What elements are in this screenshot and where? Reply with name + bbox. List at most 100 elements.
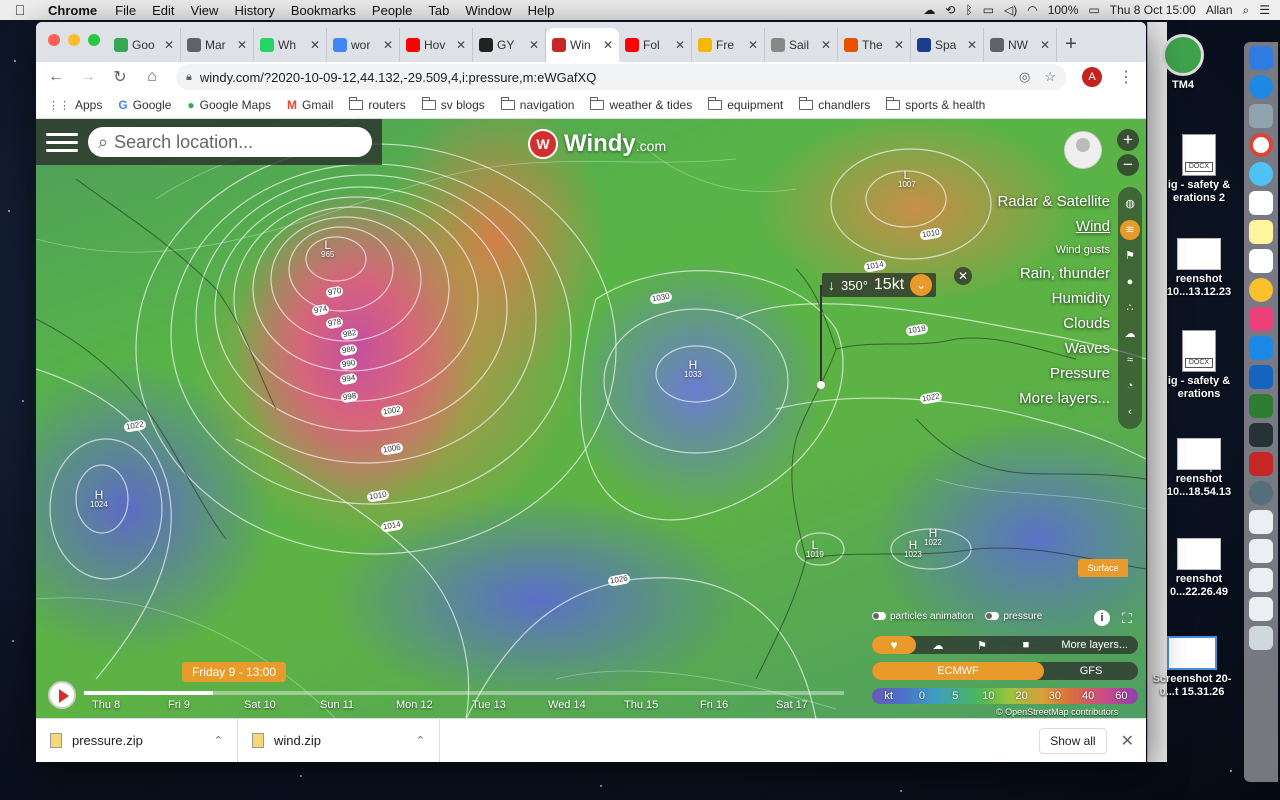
finder-icon[interactable]	[1249, 46, 1273, 70]
messages-icon[interactable]	[1249, 162, 1273, 186]
layer-menu-item[interactable]: More layers...	[997, 386, 1110, 411]
picker-tooltip[interactable]: ↓ 350° 15kt ⌄	[822, 273, 937, 297]
desktop-item-tm4[interactable]: TM4	[1148, 34, 1218, 92]
model-ecmwf-button[interactable]: ECMWF	[872, 662, 1044, 680]
chevron-up-icon[interactable]: ⌃	[214, 734, 223, 747]
bookmark-item[interactable]: sports & health	[886, 97, 985, 112]
desktop-item-doc-2[interactable]: DOCX ig - safety & erations	[1154, 330, 1244, 401]
pressure-toggle[interactable]: pressure	[985, 611, 1042, 622]
minimize-window-button[interactable]	[68, 34, 80, 46]
menu-window[interactable]: Window	[457, 3, 519, 18]
layer-menu-item[interactable]: Clouds	[997, 311, 1110, 336]
windy-map[interactable]: L 965 H 1033 H 1024 L 1019 H 1023 H 1022…	[36, 119, 1146, 718]
flag-icon[interactable]: ⚑	[960, 639, 1004, 652]
tab-close-icon[interactable]: ✕	[821, 38, 831, 52]
cloud-icon[interactable]: ☁	[1120, 324, 1140, 344]
timeline-day[interactable]: Thu 15	[616, 699, 692, 711]
zoom-in-button[interactable]: +	[1117, 129, 1139, 151]
browser-tab[interactable]: Win ✕	[546, 28, 619, 62]
music-icon[interactable]	[1249, 307, 1273, 331]
timeline-day[interactable]: Tue 13	[464, 699, 540, 711]
downloads-stack-icon[interactable]	[1249, 510, 1273, 534]
menu-bookmarks[interactable]: Bookmarks	[283, 3, 364, 18]
close-icon[interactable]: ✕	[1121, 731, 1134, 751]
menu-tab[interactable]: Tab	[420, 3, 457, 18]
preview-icon[interactable]	[1249, 104, 1273, 128]
trash-icon[interactable]	[1249, 626, 1273, 650]
battery-percent[interactable]: 100%	[1048, 3, 1079, 17]
download-item[interactable]: pressure.zip ⌃	[36, 718, 238, 762]
timeline-track[interactable]	[84, 691, 844, 695]
safari-icon[interactable]	[1249, 75, 1273, 99]
bookmark-item[interactable]: M Gmail	[287, 98, 333, 112]
wind-speed-legend[interactable]: kt 0 5 10 20 30 40 60	[872, 688, 1138, 704]
timeline-day[interactable]: Fri 16	[692, 699, 768, 711]
timeline-day[interactable]: Thu 8	[84, 699, 160, 711]
desktop-item-doc-1[interactable]: DOCX ig - safety & erations 2	[1154, 134, 1244, 205]
timeline-day[interactable]: Sat 17	[768, 699, 844, 711]
notes-icon[interactable]	[1249, 220, 1273, 244]
bookmark-item[interactable]: sv blogs	[421, 97, 485, 112]
tab-close-icon[interactable]: ✕	[383, 38, 393, 52]
profile-avatar[interactable]: A	[1082, 67, 1102, 87]
bookmark-item[interactable]: navigation	[500, 97, 574, 112]
clock[interactable]: Thu 8 Oct 15:00	[1110, 3, 1196, 17]
bookmark-item[interactable]: G Google	[118, 98, 171, 112]
layer-menu-item[interactable]: Pressure	[997, 361, 1110, 386]
vpn-icon[interactable]	[1249, 481, 1273, 505]
camera-icon[interactable]: ■	[1004, 639, 1048, 651]
close-window-button[interactable]	[48, 34, 60, 46]
gust-flag-icon[interactable]: ⚑	[1120, 246, 1140, 266]
layer-menu-item[interactable]: Wind gusts	[997, 239, 1110, 261]
desktop-item-screenshot-1[interactable]: reenshot 10...13.12.23	[1154, 238, 1244, 299]
desktop-item-screenshot-3[interactable]: reenshot 0...22.26.49	[1154, 538, 1244, 599]
location-icon[interactable]: ◎	[1019, 69, 1030, 85]
forward-arrow-icon[interactable]: →	[80, 68, 96, 86]
reload-icon[interactable]: ↻	[112, 67, 128, 87]
wind-icon[interactable]: ≋	[1120, 220, 1140, 240]
battery-icon[interactable]: ▭	[1088, 3, 1099, 17]
chrome-icon[interactable]	[1249, 133, 1273, 157]
timeline-day[interactable]: Sat 10	[236, 699, 312, 711]
browser-tab[interactable]: The ✕	[838, 28, 911, 62]
heart-icon[interactable]: ♥	[872, 636, 916, 654]
timeline-day[interactable]: Wed 14	[540, 699, 616, 711]
fullscreen-window-button[interactable]	[88, 34, 100, 46]
tab-close-icon[interactable]: ✕	[603, 38, 613, 52]
calendar-icon[interactable]	[1249, 191, 1273, 215]
model-gfs-button[interactable]: GFS	[1044, 662, 1138, 680]
surface-level-button[interactable]: Surface	[1078, 559, 1128, 577]
pressure-gauge-icon[interactable]: ◔	[1120, 376, 1140, 396]
excel-icon[interactable]	[1249, 394, 1273, 418]
tab-close-icon[interactable]: ✕	[748, 38, 758, 52]
word-icon[interactable]	[1249, 365, 1273, 389]
browser-tab[interactable]: GY ✕	[473, 28, 546, 62]
new-tab-button[interactable]: +	[1057, 28, 1085, 62]
documents-stack-icon[interactable]	[1249, 539, 1273, 563]
bookmark-item[interactable]: ⋮⋮ Apps	[48, 98, 102, 112]
waves-icon[interactable]: ≈	[1120, 350, 1140, 370]
tab-close-icon[interactable]: ✕	[456, 38, 466, 52]
browser-tab[interactable]: Fre ✕	[692, 28, 765, 62]
close-icon[interactable]: ✕	[954, 267, 972, 285]
chevron-down-icon[interactable]: ⌄	[910, 274, 933, 296]
browser-tab[interactable]: Mar ✕	[181, 28, 254, 62]
tab-close-icon[interactable]: ✕	[529, 38, 539, 52]
layer-menu-item[interactable]: Radar & Satellite	[997, 189, 1110, 214]
chevron-up-icon[interactable]: ⌃	[416, 734, 425, 747]
browser-tab[interactable]: Goo ✕	[108, 28, 181, 62]
volume-icon[interactable]: ◁)	[1004, 3, 1017, 17]
weather-icon[interactable]: ☁	[916, 639, 960, 652]
menu-history[interactable]: History	[226, 3, 282, 18]
menu-help[interactable]: Help	[520, 3, 563, 18]
layer-menu-item[interactable]: Waves	[997, 336, 1110, 361]
lock-icon[interactable]: 🔒︎	[186, 71, 192, 84]
tab-close-icon[interactable]: ✕	[675, 38, 685, 52]
activity-monitor-icon[interactable]	[1249, 423, 1273, 447]
back-arrow-icon[interactable]: ←	[48, 68, 64, 86]
bookmark-item[interactable]: chandlers	[799, 97, 870, 112]
user-name[interactable]: Allan	[1206, 3, 1233, 17]
menu-view[interactable]: View	[182, 3, 226, 18]
tab-close-icon[interactable]: ✕	[310, 38, 320, 52]
cloud-icon[interactable]: ☁	[923, 3, 935, 17]
